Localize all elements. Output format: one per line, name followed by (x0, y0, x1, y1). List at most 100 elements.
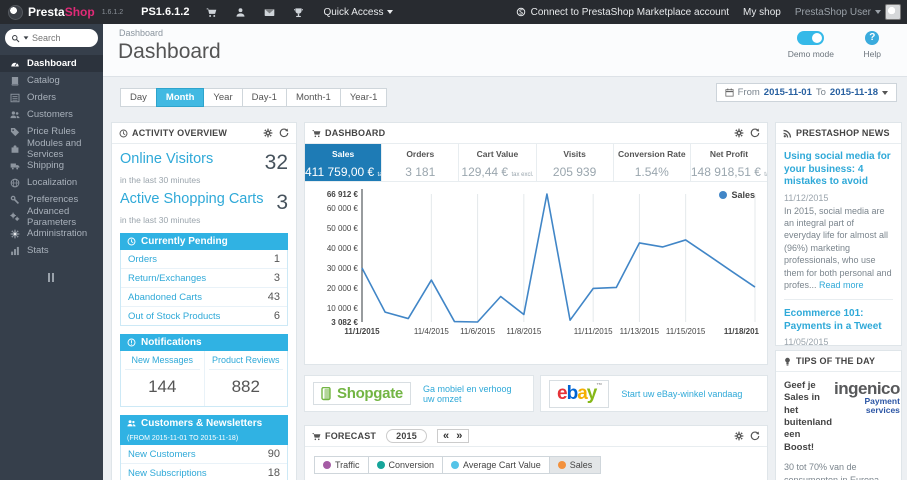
sales-chart: 11/1/2015 11/4/2015 11/6/2015 11/8/2015 11/1… (327, 189, 760, 336)
kpi-net-profit-tab[interactable]: Net Profit148 918,51 € tax excl. (691, 144, 767, 181)
panel-settings-gear-icon[interactable] (734, 431, 744, 441)
forecast-year-badge: 2015 (386, 429, 427, 443)
panel-refresh-icon[interactable] (279, 128, 289, 138)
out-of-stock-link[interactable]: Out of Stock Products (128, 311, 220, 322)
news-article-date: 11/12/2015 (784, 192, 829, 203)
sidebar-item-administration[interactable]: Administration (0, 225, 103, 242)
quick-access-menu[interactable]: Quick Access (323, 7, 394, 18)
clock-icon (127, 237, 136, 246)
chart-legend-sales[interactable]: Sales (719, 190, 755, 200)
search-scope-caret-icon[interactable] (23, 36, 29, 40)
demo-mode-control: Demo mode (788, 31, 834, 59)
kpi-row: Sales411 759,00 € tax excl. Orders3 181 … (305, 144, 767, 182)
news-article-title-link[interactable]: Using social media for your business: 4 … (784, 151, 893, 189)
prestashop-logo-icon (8, 4, 23, 20)
user-menu[interactable]: PrestaShop User (795, 4, 901, 20)
forecast-prev-button[interactable]: « (443, 430, 449, 442)
date-range-picker[interactable]: From 2015-11-01 To 2015-11-18 (715, 83, 897, 102)
panel-refresh-icon[interactable] (750, 431, 760, 441)
table-row: Orders 1 (121, 250, 287, 269)
online-visitors-value: 32 (264, 151, 288, 174)
help-button[interactable]: ? Help (864, 31, 881, 59)
online-visitors-link[interactable]: Online Visitors (120, 151, 213, 167)
abandoned-carts-link[interactable]: Abandoned Carts (128, 292, 202, 303)
sidebar-item-catalog[interactable]: Catalog (0, 72, 103, 89)
kpi-sales-tab[interactable]: Sales411 759,00 € tax excl. (305, 144, 383, 181)
kpi-visits-tab[interactable]: Visits 205 939 (537, 144, 614, 181)
customers-icon[interactable] (226, 7, 255, 18)
kpi-orders-tab[interactable]: Orders 3 181 (382, 144, 460, 181)
wrench-icon (10, 195, 20, 205)
forecast-legend-sales[interactable]: Sales (548, 456, 602, 474)
forecast-legend-traffic[interactable]: Traffic (314, 456, 369, 474)
forecast-panel: FORECAST 2015 « » Traffic Conversion Ave… (304, 425, 768, 480)
kpi-conversion-rate-tab[interactable]: Conversion Rate 1.54% (614, 144, 691, 181)
users-icon (10, 110, 20, 120)
new-customers-link[interactable]: New Customers (128, 449, 196, 460)
range-month-button[interactable]: Month (155, 88, 205, 107)
range-day-button[interactable]: Day (120, 88, 157, 107)
product-reviews-link[interactable]: Product Reviews (208, 355, 283, 370)
forecast-legend: Traffic Conversion Average Cart Value Sa… (314, 456, 767, 474)
dashboard-panel-icon (312, 129, 321, 138)
new-subscriptions-link[interactable]: New Subscriptions (128, 468, 207, 479)
prestashop-logo[interactable]: PrestaShop 1.6.1.2 (0, 4, 131, 20)
sidebar: Dashboard Catalog Orders Customers Price… (0, 24, 103, 480)
legend-dot-icon (376, 461, 385, 469)
svg-text:3 082 €: 3 082 € (331, 318, 358, 327)
brand-shop: Shop (64, 5, 95, 19)
news-panel-title: PRESTASHOP NEWS (796, 128, 890, 138)
active-carts-link[interactable]: Active Shopping Carts (120, 191, 263, 207)
sidebar-item-stats[interactable]: Stats (0, 242, 103, 259)
ebay-logo: ebay™ (549, 379, 610, 408)
panel-settings-gear-icon[interactable] (263, 128, 273, 138)
sidebar-item-modules[interactable]: Modules and Services (0, 138, 103, 160)
sidebar-item-shipping[interactable]: Shipping (0, 157, 103, 174)
calendar-icon (725, 88, 734, 97)
sidebar-item-customers[interactable]: Customers (0, 106, 103, 123)
range-day-1-button[interactable]: Day-1 (241, 88, 287, 107)
ebay-promo-link[interactable]: Start uw eBay-winkel vandaag (621, 389, 742, 399)
new-messages-link[interactable]: New Messages (125, 355, 200, 370)
shopgate-phone-icon (321, 386, 331, 400)
bar-chart-icon (10, 246, 20, 256)
panel-refresh-icon[interactable] (750, 128, 760, 138)
range-month-1-button[interactable]: Month-1 (285, 88, 341, 107)
marketplace-connect-link[interactable]: Connect to PrestaShop Marketplace accoun… (516, 7, 729, 18)
avatar (885, 4, 901, 20)
svg-text:11/6/2015: 11/6/2015 (460, 327, 496, 336)
orders-cart-icon[interactable] (197, 7, 226, 18)
stats-trophy-icon[interactable] (284, 7, 313, 18)
panel-settings-gear-icon[interactable] (734, 128, 744, 138)
my-shop-link[interactable]: My shop (743, 7, 781, 18)
ingenico-logo[interactable]: ingenico Payment services (834, 380, 900, 454)
forecast-nav: « » (436, 429, 469, 443)
date-to: 2015-11-18 (829, 87, 878, 98)
news-article-title-link[interactable]: Ecommerce 101: Payments in a Tweet (784, 308, 893, 333)
sidebar-item-localization[interactable]: Localization (0, 174, 103, 191)
kpi-cart-value-tab[interactable]: Cart Value 129,44 € tax excl. (459, 144, 537, 181)
legend-dot-icon (451, 461, 460, 469)
pending-orders-link[interactable]: Orders (128, 254, 157, 265)
forecast-panel-icon (312, 432, 321, 441)
range-year-button[interactable]: Year (203, 88, 243, 107)
sidebar-collapse-handle[interactable] (47, 273, 56, 282)
read-more-link[interactable]: Read more (819, 280, 864, 290)
forecast-legend-average-cart-value[interactable]: Average Cart Value (442, 456, 550, 474)
forecast-next-button[interactable]: » (456, 430, 462, 442)
cog-icon (10, 229, 20, 239)
search-input[interactable] (32, 33, 84, 43)
range-year-1-button[interactable]: Year-1 (339, 88, 388, 107)
sidebar-item-dashboard[interactable]: Dashboard (0, 55, 103, 72)
pending-returns-link[interactable]: Return/Exchanges (128, 273, 206, 284)
svg-text:11/18/201: 11/18/201 (724, 327, 760, 336)
globe-icon (10, 178, 20, 188)
sidebar-search[interactable] (5, 29, 98, 47)
forecast-legend-conversion[interactable]: Conversion (367, 456, 444, 474)
list-icon (10, 93, 20, 103)
sidebar-item-advanced-parameters[interactable]: Advanced Parameters (0, 206, 103, 228)
shopgate-promo-link[interactable]: Ga mobiel en verhoog uw omzet (423, 384, 525, 404)
messages-icon[interactable] (255, 7, 284, 18)
demo-mode-toggle[interactable] (797, 31, 825, 45)
sidebar-item-orders[interactable]: Orders (0, 89, 103, 106)
